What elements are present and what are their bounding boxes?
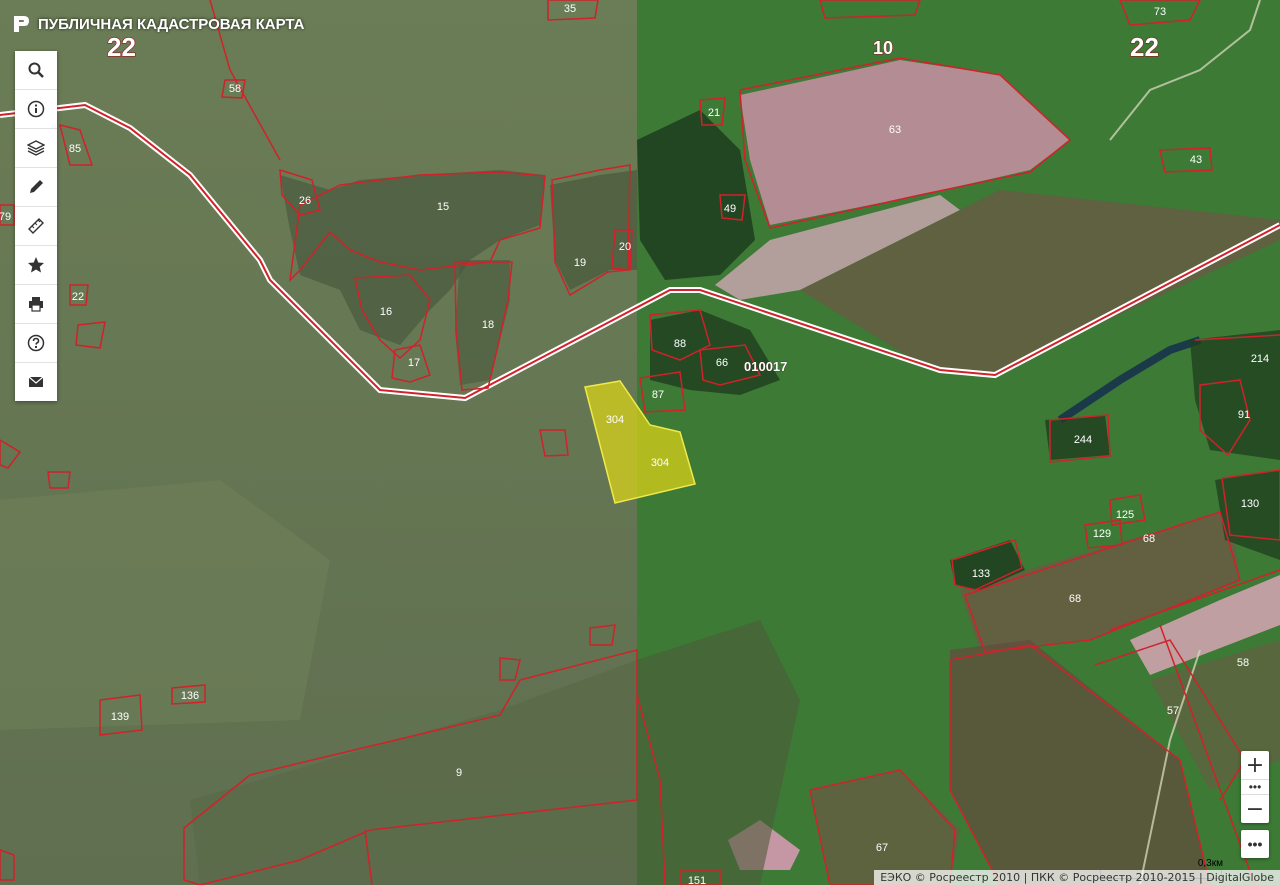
- parcel-label: 136: [181, 690, 199, 702]
- parcel-label: 73: [1154, 6, 1166, 18]
- parcel-label: 35: [564, 3, 576, 15]
- parcel-label: 244: [1074, 434, 1092, 446]
- parcel-label: 21: [708, 107, 720, 119]
- app-title: ПУБЛИЧНАЯ КАДАСТРОВАЯ КАРТА: [38, 15, 305, 33]
- parcel-label: 19: [574, 257, 586, 269]
- printer-icon: [29, 297, 43, 312]
- parcel-label: 68: [1069, 593, 1081, 605]
- help-button[interactable]: [15, 324, 57, 363]
- measure-button[interactable]: [15, 207, 57, 246]
- parcel-label: 15: [437, 201, 449, 213]
- parcel-label: 304: [651, 457, 669, 469]
- parcel-label: 130: [1241, 498, 1259, 510]
- draw-button[interactable]: [15, 168, 57, 207]
- parcel-label: 57: [1167, 705, 1179, 717]
- parcel-label: 17: [408, 357, 420, 369]
- parcel-label: 58: [1237, 657, 1249, 669]
- district-label: 22: [1130, 32, 1159, 62]
- layers-icon: [27, 140, 45, 156]
- parcel-label: 79: [0, 211, 11, 223]
- parcel-label: 125: [1116, 509, 1134, 521]
- parcel-label: 151: [688, 875, 706, 885]
- parcel-label: 87: [652, 389, 664, 401]
- pkk-logo-icon: [14, 16, 29, 32]
- feedback-button[interactable]: [15, 363, 57, 401]
- map-canvas[interactable]: 22 22 10 010017 35 58 63 73 43 85 79 26 …: [0, 0, 1280, 885]
- parcel-label: 43: [1190, 154, 1202, 166]
- parcel-label: 304: [606, 414, 624, 426]
- print-button[interactable]: [15, 285, 57, 324]
- scale-label: 0,3км: [1197, 858, 1223, 869]
- search-button[interactable]: [15, 51, 57, 90]
- info-icon: [27, 100, 45, 118]
- parcel-label: 26: [299, 195, 311, 207]
- pencil-icon: [30, 180, 43, 193]
- parcel-label: 18: [482, 319, 494, 331]
- parcel-label: 63: [889, 124, 901, 136]
- parcel-label: 67: [876, 842, 888, 854]
- parcel-label: 88: [674, 338, 686, 350]
- parcel-label: 214: [1251, 353, 1269, 365]
- star-icon: [28, 257, 44, 273]
- layers-button[interactable]: [15, 129, 57, 168]
- parcel-label: 49: [724, 203, 736, 215]
- mail-icon: [28, 376, 44, 387]
- parcel-label: 20: [619, 241, 631, 253]
- parcel-label: 85: [69, 143, 81, 155]
- ruler-pencil-icon: [28, 218, 44, 234]
- block-label: 010017: [744, 359, 787, 374]
- parcel-label: 22: [72, 291, 84, 303]
- parcel-label: 68: [1143, 533, 1155, 545]
- parcel-label: 9: [456, 767, 462, 779]
- map-toolbar: [15, 51, 57, 401]
- parcel-label: 139: [111, 711, 129, 723]
- district-label: 10: [873, 38, 893, 58]
- parcel-label: 133: [972, 568, 990, 580]
- parcel-label: 16: [380, 306, 392, 318]
- parcel-label: 66: [716, 357, 728, 369]
- info-button[interactable]: [15, 90, 57, 129]
- search-icon: [28, 62, 44, 78]
- brand[interactable]: ПУБЛИЧНАЯ КАДАСТРОВАЯ КАРТА: [12, 14, 304, 34]
- parcel-label: 129: [1093, 528, 1111, 540]
- help-icon: [27, 334, 45, 352]
- district-label: 22: [107, 32, 136, 62]
- parcel-label: 91: [1238, 409, 1250, 421]
- zoom-control: + ••• −: [1241, 751, 1269, 823]
- more-options-button[interactable]: •••: [1241, 830, 1269, 858]
- zoom-level-indicator[interactable]: •••: [1241, 779, 1269, 795]
- favorites-button[interactable]: [15, 246, 57, 285]
- zoom-out-button[interactable]: −: [1241, 795, 1269, 823]
- zoom-in-button[interactable]: +: [1241, 751, 1269, 779]
- parcel-label: 58: [229, 83, 241, 95]
- attribution: ЕЭКО © Росреестр 2010 | ПКК © Росреестр …: [874, 870, 1280, 885]
